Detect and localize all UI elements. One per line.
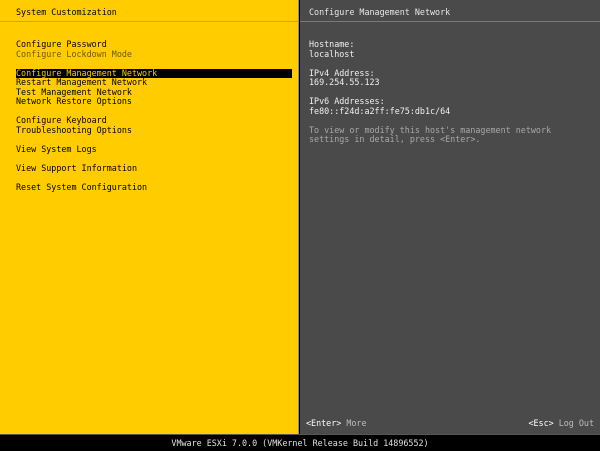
menu-item-view-system-logs[interactable]: View System Logs (16, 144, 292, 155)
key-hints-footer: <Enter> More <Esc> Log Out (300, 418, 600, 429)
network-info: Hostname: localhost IPv4 Address: 169.25… (309, 39, 594, 154)
enter-more-hint[interactable]: <Enter> More (306, 418, 367, 429)
build-info-text: VMware ESXi 7.0.0 (VMKernel Release Buil… (171, 438, 429, 448)
esc-logout-hint[interactable]: <Esc> Log Out (528, 418, 594, 429)
enter-action-label: More (346, 418, 367, 428)
menu-item-network-restore-options[interactable]: Network Restore Options (16, 96, 292, 107)
left-pane-header: System Customization (0, 0, 298, 22)
ipv6-value: fe80::f24d:a2ff:fe75:db1c/64 (309, 105, 451, 116)
help-hint-text: To view or modify this host's management… (309, 124, 552, 144)
menu-item-reset-system-configuration[interactable]: Reset System Configuration (16, 182, 292, 193)
system-customization-pane: System Customization Configure Password C… (0, 0, 299, 434)
ipv4-block: IPv4 Address: 169.254.55.123 (309, 68, 594, 88)
menu-group: Configure Password Configure Lockdown Mod… (16, 39, 292, 60)
right-pane-title: Configure Management Network (309, 7, 451, 17)
hostname-value: localhost (309, 48, 355, 59)
menu-group: View System Logs (16, 144, 292, 155)
ipv6-block: IPv6 Addresses: fe80::f24d:a2ff:fe75:db1… (309, 96, 594, 116)
menu-item-troubleshooting-options[interactable]: Troubleshooting Options (16, 125, 292, 136)
ipv4-value: 169.254.55.123 (309, 77, 380, 87)
hint-block: To view or modify this host's management… (309, 124, 594, 145)
esc-action-label: Log Out (558, 418, 594, 428)
detail-pane: Configure Management Network Hostname: l… (300, 0, 600, 434)
menu-item-view-support-information[interactable]: View Support Information (16, 163, 292, 174)
menu-group: View Support Information (16, 163, 292, 174)
customization-menu: Configure Password Configure Lockdown Mod… (16, 39, 292, 202)
menu-group: Reset System Configuration (16, 182, 292, 193)
esxi-dcui-screen: System Customization Configure Password C… (0, 0, 600, 451)
menu-group: Configure Keyboard Troubleshooting Option… (16, 115, 292, 136)
esc-key-label: <Esc> (528, 418, 554, 428)
menu-item-configure-lockdown-mode[interactable]: Configure Lockdown Mode (16, 49, 292, 60)
enter-key-label: <Enter> (306, 418, 342, 428)
hostname-block: Hostname: localhost (309, 39, 594, 59)
left-pane-title: System Customization (16, 7, 117, 17)
right-pane-header: Configure Management Network (300, 0, 600, 22)
status-bar: VMware ESXi 7.0.0 (VMKernel Release Buil… (0, 434, 600, 451)
menu-group: Configure Management Network Restart Mana… (16, 68, 292, 107)
